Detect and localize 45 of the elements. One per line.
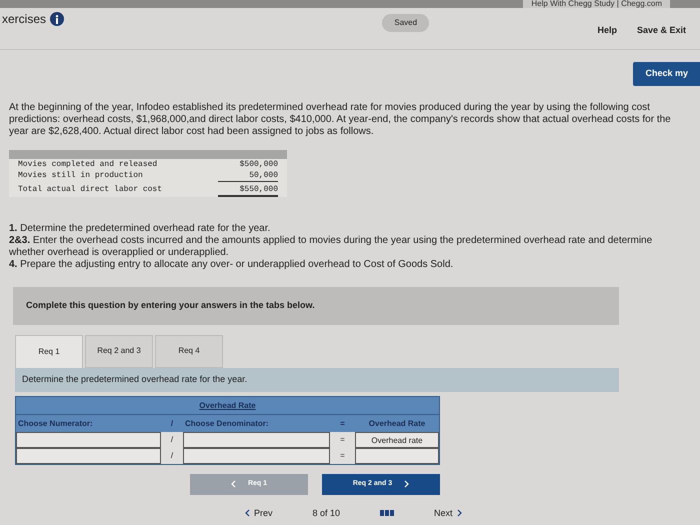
- column-header: Choose Denominator:: [184, 418, 270, 430]
- denominator-field[interactable]: [183, 448, 330, 464]
- column-header: Choose Numerator:: [17, 418, 94, 430]
- equals-sign: =: [330, 448, 355, 464]
- cost-label: Total actual direct labor cost: [18, 184, 162, 196]
- req-tab[interactable]: Req 4: [155, 334, 223, 368]
- problem-text: At the beginning of the year, Infodeo established its predetermined overhead rate for movies produced during the year by using the following cost predictions: overhead costs, $1,968,000,and direct labor costs, $410,000. At year-end, the company's records show that actual overhead costs for the year are $2,628,400. Actual direct labor cost had been assigned to jobs as follows.: [9, 102, 672, 138]
- numerator-field[interactable]: [16, 448, 161, 464]
- cost-label: Movies still in production: [18, 170, 143, 182]
- header-link[interactable]: Save & Exit: [636, 24, 686, 38]
- equals-sign: =: [330, 432, 355, 448]
- req-tab[interactable]: Req 2 and 3: [85, 334, 153, 368]
- cost-amount: 50,000: [218, 170, 278, 182]
- table-title: Overhead Rate: [198, 400, 257, 412]
- column-header: /: [170, 418, 174, 430]
- column-header: Overhead Rate: [368, 418, 426, 430]
- browser-tab-title[interactable]: Help With Chegg Study | Chegg.com: [523, 0, 670, 8]
- check-my-work-button[interactable]: Check my: [633, 62, 700, 86]
- header-link[interactable]: Help: [597, 24, 617, 38]
- requirement-text: 4. Prepare the adjusting entry to allocate any over- or underapplied overhead to Cost of Goods Sold.: [9, 258, 454, 270]
- cost-amount: $550,000: [218, 184, 278, 196]
- cost-label: Movies completed and released: [18, 158, 158, 170]
- denominator-field[interactable]: [183, 432, 330, 448]
- page-title: xercises: [2, 11, 46, 28]
- chevron-right-icon: [404, 480, 410, 488]
- requirement-text: 1. Determine the predetermined overhead rate for the year.: [9, 222, 272, 234]
- prev-link[interactable]: Prev: [245, 506, 273, 520]
- divide-sign: /: [161, 448, 183, 464]
- chevron-right-icon: [456, 509, 462, 518]
- page-position: 8 of 10: [312, 506, 340, 520]
- chevron-left-icon: [245, 509, 250, 518]
- divide-sign: /: [161, 432, 183, 448]
- instruction-text: Complete this question by entering your answers in the tabs below.: [26, 298, 315, 312]
- req-tab[interactable]: Req 1: [15, 334, 83, 368]
- result-cell: Overhead rate: [355, 432, 439, 448]
- info-icon[interactable]: [50, 12, 64, 26]
- saved-status: Saved: [382, 14, 430, 32]
- next-link[interactable]: Next: [434, 506, 462, 520]
- task-text: Determine the predetermined overhead rate for the year.: [22, 372, 248, 386]
- numerator-field[interactable]: [16, 432, 161, 448]
- column-header: =: [339, 418, 346, 430]
- cost-amount: $500,000: [238, 158, 278, 170]
- chevron-left-icon: [230, 480, 236, 488]
- grid-icon[interactable]: [380, 510, 394, 516]
- requirement-text: 2&3. Enter the overhead costs incurred and the amounts applied to movies during the year using the predetermined overhead rate and determine whether overhead is overapplied or underapplied.: [9, 234, 654, 258]
